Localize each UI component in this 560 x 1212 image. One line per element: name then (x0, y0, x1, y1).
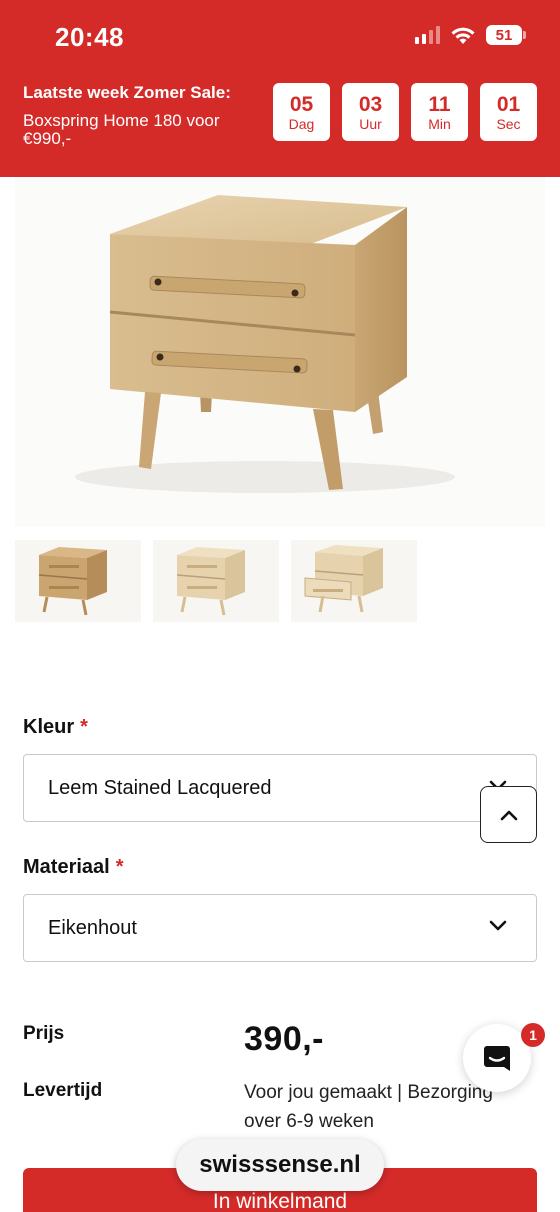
promo-subtitle: Boxspring Home 180 voor €990,- (23, 111, 220, 148)
product-thumbnails (15, 540, 417, 622)
countdown-value: 03 (358, 93, 383, 116)
countdown-value: 11 (428, 93, 451, 116)
required-marker: * (115, 856, 124, 878)
thumbnail-2[interactable] (153, 540, 279, 622)
countdown-timer: 05 Dag 03 Uur 11 Min 01 Sec (273, 83, 537, 141)
promo-title: Laatste week Zomer Sale: (23, 83, 231, 102)
thumbnail-3[interactable] (291, 540, 417, 622)
url-text: swisssense.nl (199, 1151, 361, 1178)
wifi-icon (451, 27, 475, 44)
price-label: Prijs (23, 1023, 65, 1044)
chevron-up-icon (500, 810, 517, 820)
thumbnail-1[interactable] (15, 540, 141, 622)
countdown-seconds: 01 Sec (480, 83, 537, 141)
countdown-unit: Min (428, 116, 451, 132)
battery-icon: 51 (486, 25, 526, 45)
add-to-cart-label: In winkelmand (212, 1190, 348, 1212)
countdown-minutes: 11 Min (411, 83, 468, 141)
product-main-image[interactable] (15, 177, 545, 527)
chat-icon (484, 1046, 510, 1071)
material-label: Materiaal * (23, 856, 124, 879)
material-select[interactable]: Eikenhout (23, 894, 537, 962)
countdown-value: 05 (289, 93, 314, 116)
countdown-hours: 03 Uur (342, 83, 399, 141)
scroll-to-top-button[interactable] (480, 786, 537, 843)
price-value: 390,- (244, 1020, 324, 1058)
status-icons: 51 (415, 25, 526, 45)
material-select-value: Eikenhout (48, 916, 137, 939)
countdown-unit: Sec (496, 116, 521, 132)
countdown-unit: Dag (288, 116, 315, 132)
countdown-unit: Uur (359, 116, 382, 132)
color-label-text: Kleur (23, 716, 75, 738)
color-label: Kleur * (23, 716, 88, 739)
countdown-days: 05 Dag (273, 83, 330, 141)
material-label-text: Materiaal (23, 856, 110, 878)
delivery-label: Levertijd (23, 1080, 103, 1101)
chat-notification-badge: 1 (521, 1023, 545, 1047)
required-marker: * (80, 716, 88, 738)
color-select[interactable]: Leem Stained Lacquered (23, 754, 537, 822)
promo-banner[interactable]: Laatste week Zomer Sale: Boxspring Home … (23, 84, 253, 148)
cellular-signal-icon (415, 26, 440, 44)
browser-url-pill[interactable]: swisssense.nl (176, 1139, 384, 1191)
chevron-down-icon (489, 920, 507, 931)
top-banner: 20:48 51 Laatste week Zomer Sale: Boxspr… (0, 0, 560, 177)
status-time: 20:48 (55, 22, 124, 52)
countdown-value: 01 (496, 93, 521, 116)
battery-level: 51 (495, 26, 513, 44)
color-select-value: Leem Stained Lacquered (48, 776, 272, 799)
